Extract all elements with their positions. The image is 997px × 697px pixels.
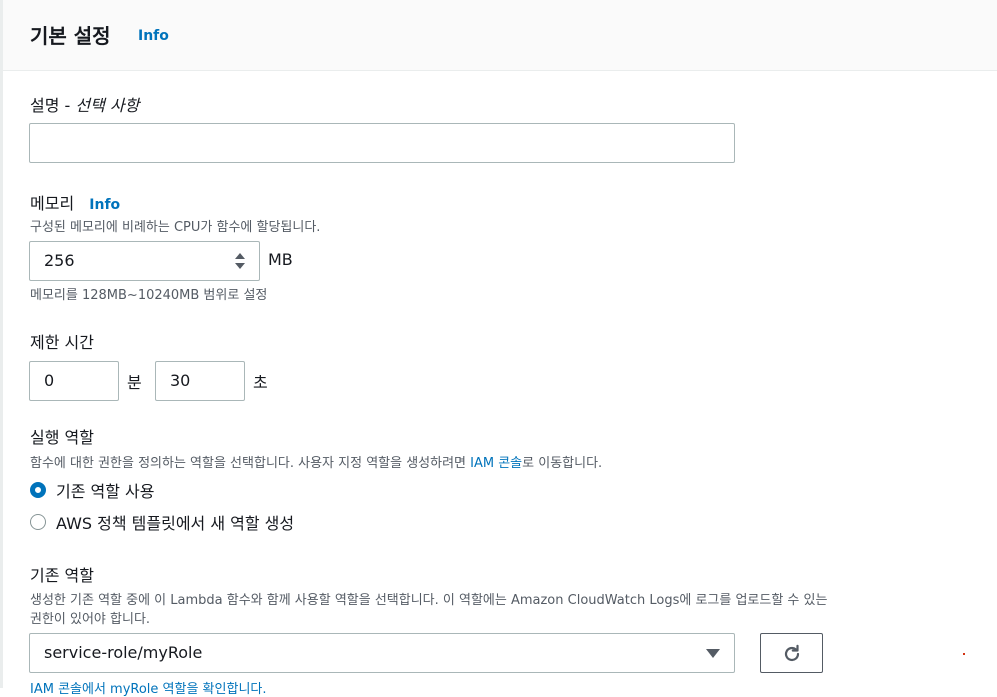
execution-role-label: 실행 역할 xyxy=(30,428,94,447)
memory-help: 구성된 메모리에 비례하는 CPU가 함수에 할당됩니다. xyxy=(30,220,321,235)
execution-role-help: 함수에 대한 권한을 정의하는 역할을 선택합니다. 사용자 지정 역할을 생성… xyxy=(30,452,602,471)
header-info-link[interactable]: Info xyxy=(138,28,169,44)
radio-label-create-from-template[interactable]: AWS 정책 템플릿에서 새 역할 생성 xyxy=(56,510,294,534)
execution-role-help-prefix: 함수에 대한 권한을 정의하는 역할을 선택합니다. 사용자 지정 역할을 생성… xyxy=(30,456,471,471)
description-label-main: 설명 - xyxy=(30,96,76,115)
radio-create-from-template[interactable] xyxy=(30,514,46,530)
card-border xyxy=(0,0,3,688)
timeout-seconds-unit: 초 xyxy=(253,373,268,392)
memory-input[interactable]: 256 xyxy=(29,241,260,281)
memory-unit: MB xyxy=(268,250,293,269)
refresh-button[interactable] xyxy=(760,633,823,673)
existing-role-select[interactable]: service-role/myRole xyxy=(29,633,735,673)
existing-role-help-line1: 생성한 기존 역할 중에 이 Lambda 함수와 함께 사용할 역할을 선택합… xyxy=(30,593,828,608)
iam-console-link[interactable]: IAM 콘솔 xyxy=(470,456,522,471)
radio-use-existing-role[interactable] xyxy=(30,482,46,498)
section-header: 기본 설정 Info xyxy=(3,0,997,71)
stepper-up-icon[interactable] xyxy=(235,253,245,259)
timeout-label: 제한 시간 xyxy=(30,333,94,352)
existing-role-help-line2: 권한이 있어야 합니다. xyxy=(30,612,151,627)
caret-down-icon xyxy=(706,649,720,658)
existing-role-label: 기존 역할 xyxy=(30,566,94,585)
memory-stepper[interactable] xyxy=(235,253,245,269)
memory-value: 256 xyxy=(44,251,75,270)
stepper-down-icon[interactable] xyxy=(235,263,245,269)
timeout-minutes-unit: 분 xyxy=(127,373,142,392)
execution-role-help-suffix: 로 이동합니다. xyxy=(522,456,603,471)
description-label-optional: 선택 사항 xyxy=(75,96,140,115)
existing-role-selected-value: service-role/myRole xyxy=(44,643,203,662)
refresh-icon xyxy=(784,644,800,662)
decorative-dot xyxy=(963,653,965,655)
memory-info-link[interactable]: Info xyxy=(89,197,120,213)
description-label: 설명 - 선택 사항 xyxy=(30,92,139,116)
radio-label-use-existing-role[interactable]: 기존 역할 사용 xyxy=(56,478,155,502)
timeout-minutes-input[interactable]: 0 xyxy=(29,361,119,401)
description-input[interactable] xyxy=(29,123,735,163)
memory-label: 메모리 Info xyxy=(30,190,120,214)
section-title: 기본 설정 xyxy=(30,24,111,48)
memory-constraint: 메모리를 128MB~10240MB 범위로 설정 xyxy=(30,288,268,303)
memory-label-text: 메모리 xyxy=(30,194,75,213)
timeout-seconds-input[interactable]: 30 xyxy=(155,361,245,401)
